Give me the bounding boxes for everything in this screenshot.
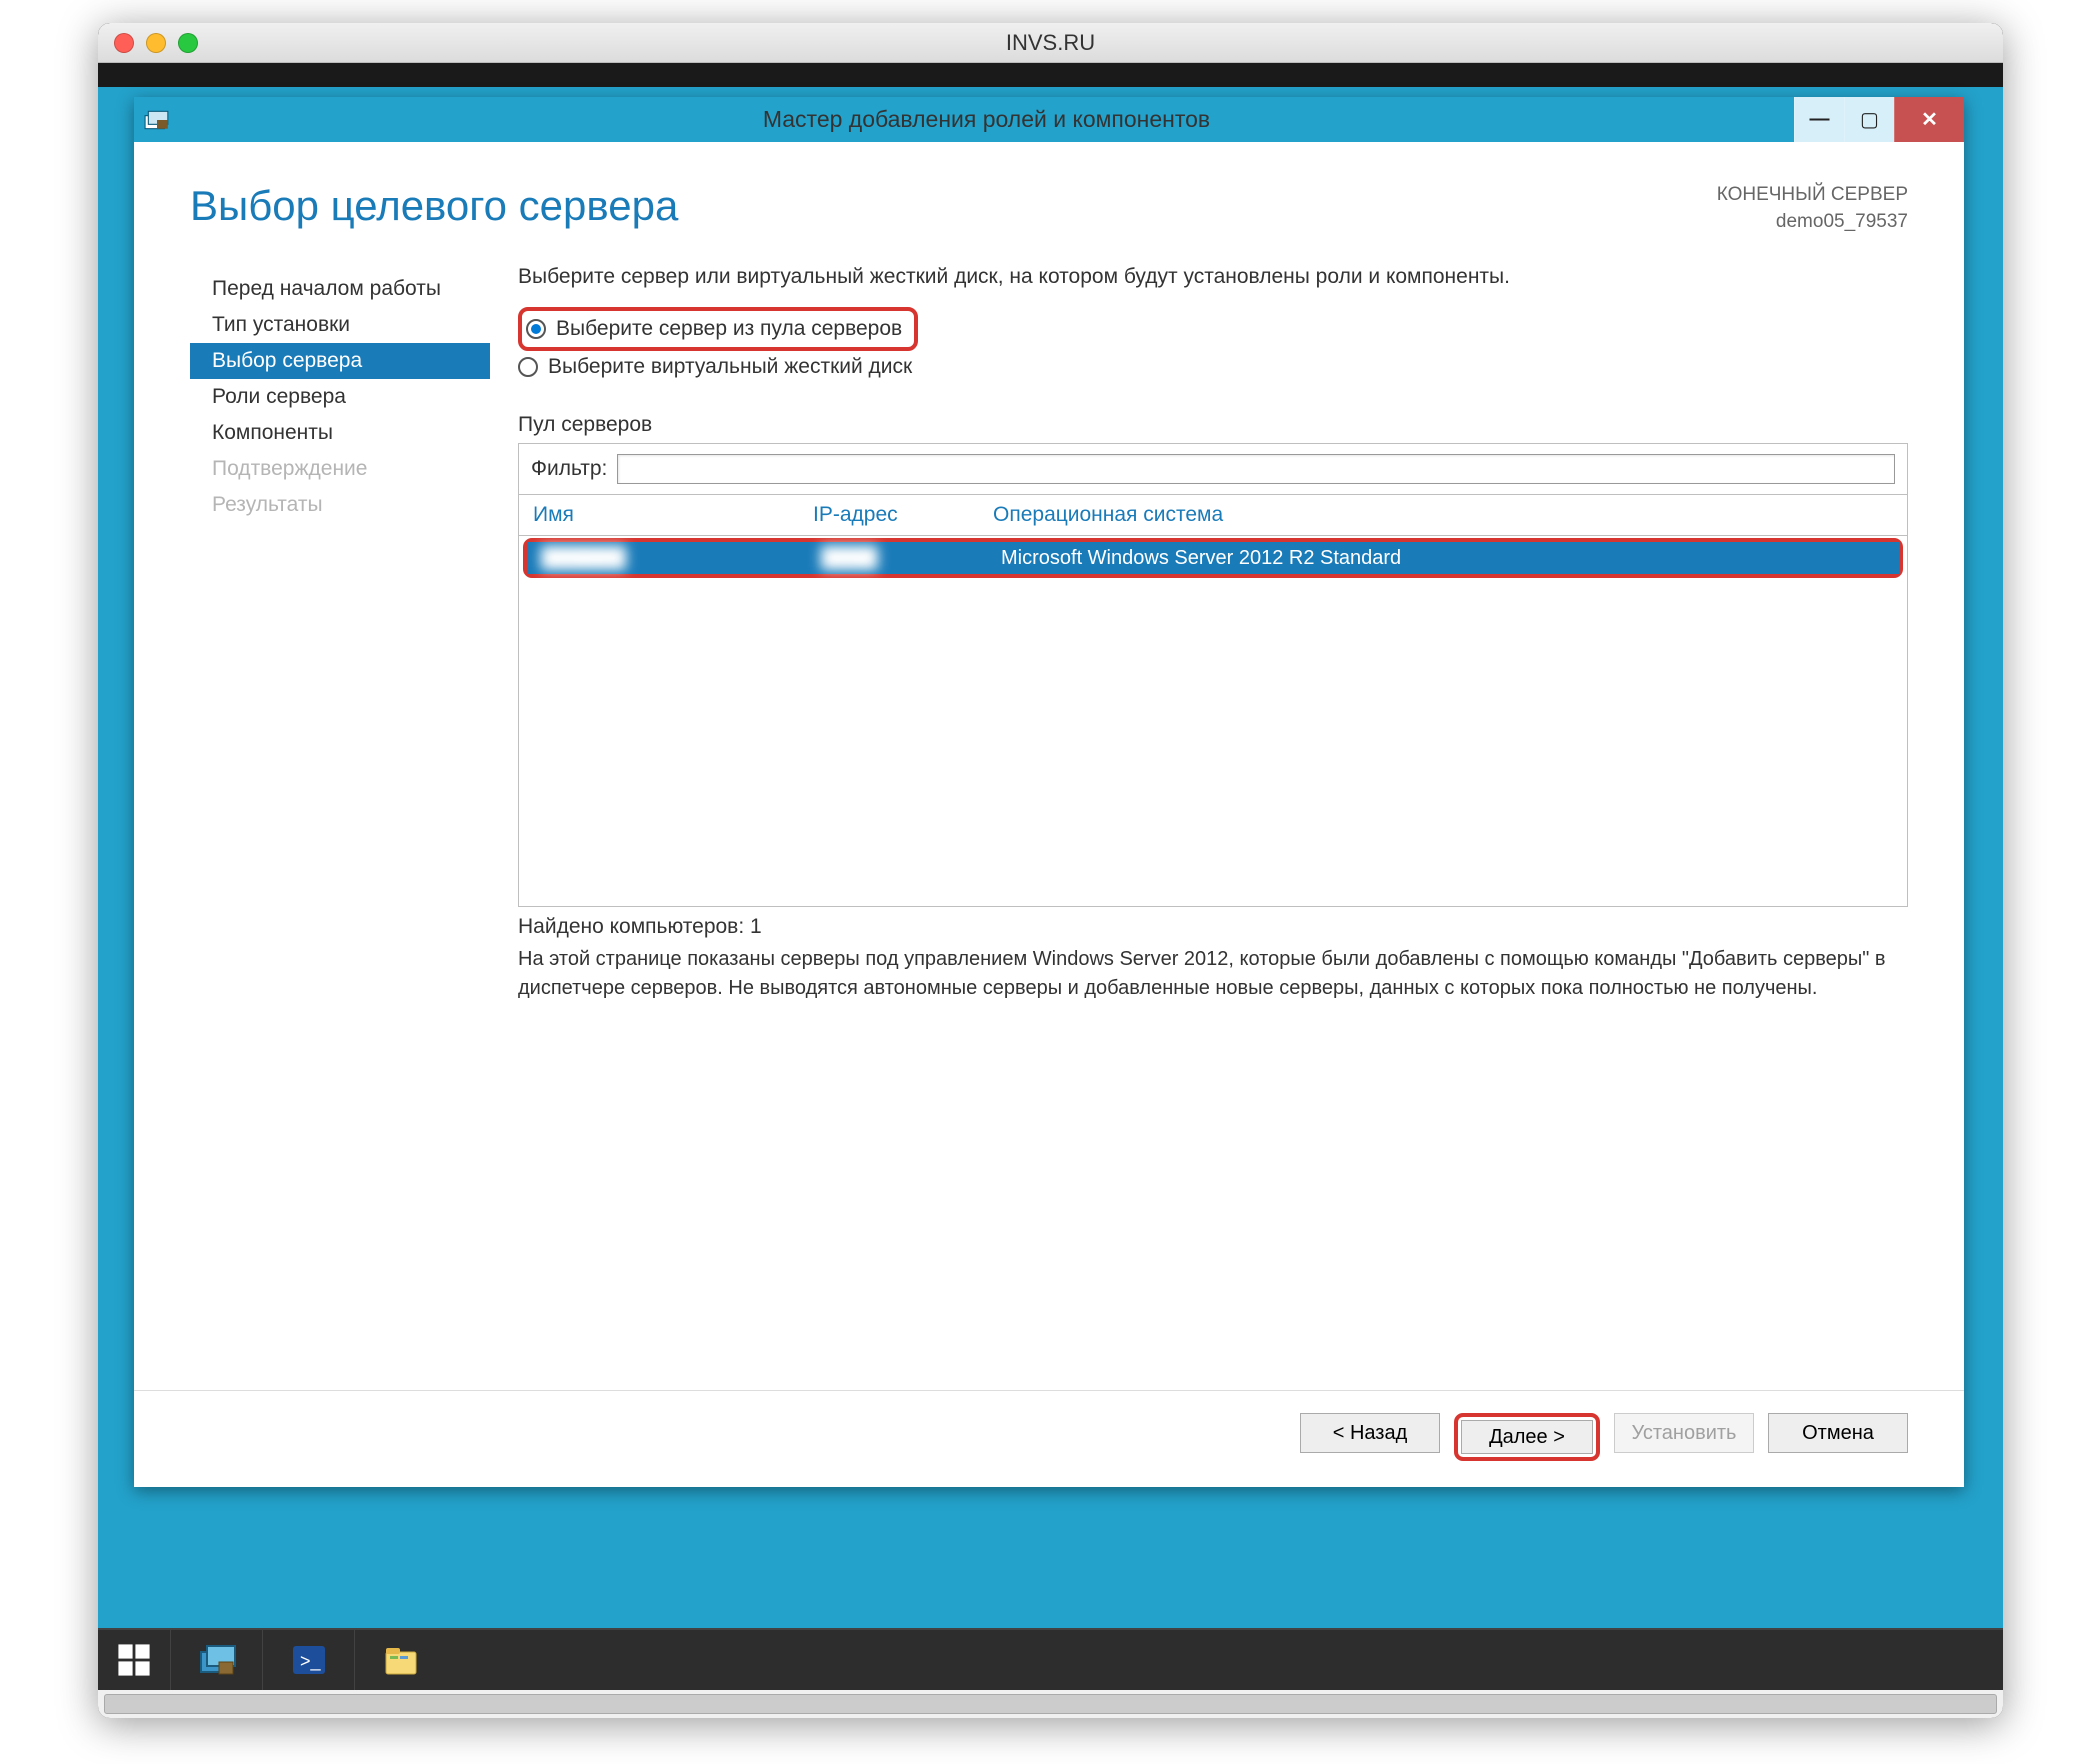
horizontal-scrollbar[interactable] — [98, 1690, 2003, 1718]
col-name[interactable]: Имя — [533, 503, 813, 527]
taskbar-server-manager-icon[interactable] — [170, 1630, 262, 1690]
wizard-footer: < Назад Далее > Установить Отмена — [134, 1390, 1964, 1487]
row-os: Microsoft Windows Server 2012 R2 Standar… — [1001, 547, 1885, 570]
next-button[interactable]: Далее > — [1461, 1420, 1593, 1454]
radio-icon — [518, 357, 538, 377]
radio-pool-label: Выберите сервер из пула серверов — [556, 317, 902, 341]
next-highlight: Далее > — [1454, 1413, 1600, 1461]
wizard-nav: Перед началом работы Тип установки Выбор… — [190, 265, 490, 1390]
radio-pool[interactable]: Выберите сервер из пула серверов — [526, 313, 902, 345]
wizard-title: Мастер добавления ролей и компонентов — [179, 106, 1794, 133]
pool-heading: Пул серверов — [518, 413, 1908, 437]
cancel-button[interactable]: Отмена — [1768, 1413, 1908, 1453]
filter-label: Фильтр: — [531, 457, 607, 481]
nav-before-begin[interactable]: Перед началом работы — [190, 271, 490, 307]
taskbar-powershell-icon[interactable]: >_ — [262, 1630, 354, 1690]
row-name: ██████ — [541, 547, 821, 570]
nav-install-type[interactable]: Тип установки — [190, 307, 490, 343]
found-computers: Найдено компьютеров: 1 — [518, 907, 1908, 945]
radio-pool-highlight: Выберите сервер из пула серверов — [518, 307, 918, 351]
radio-vhd-label: Выберите виртуальный жесткий диск — [548, 355, 912, 379]
dest-server-label: КОНЕЧНЫЙ СЕРВЕР — [1717, 182, 1908, 209]
radio-icon — [526, 319, 546, 339]
col-ip[interactable]: IP-адрес — [813, 503, 993, 527]
minimize-button[interactable]: — — [1794, 97, 1844, 142]
mac-window-title: INVS.RU — [98, 30, 2003, 56]
close-button[interactable]: ✕ — [1894, 97, 1964, 142]
start-button[interactable] — [98, 1630, 170, 1690]
remote-desktop: Мастер добавления ролей и компонентов — … — [98, 87, 2003, 1690]
table-row[interactable]: ██████ ████ Microsoft Windows Server 201… — [527, 542, 1899, 574]
nav-confirm: Подтверждение — [190, 451, 490, 487]
table-header: Имя IP-адрес Операционная система — [519, 494, 1907, 536]
wizard-window: Мастер добавления ролей и компонентов — … — [134, 97, 1964, 1487]
nav-server-select[interactable]: Выбор сервера — [190, 343, 490, 379]
server-manager-icon — [134, 97, 179, 142]
mac-titlebar: INVS.RU — [98, 23, 2003, 63]
nav-server-roles[interactable]: Роли сервера — [190, 379, 490, 415]
taskbar: >_ — [98, 1628, 2003, 1690]
row-ip: ████ — [821, 547, 1001, 570]
row-highlight: ██████ ████ Microsoft Windows Server 201… — [523, 538, 1903, 578]
nav-results: Результаты — [190, 487, 490, 523]
taskbar-explorer-icon[interactable] — [354, 1630, 446, 1690]
dest-server-name: demo05_79537 — [1717, 209, 1908, 236]
explanation-text: На этой странице показаны серверы под уп… — [518, 945, 1908, 1013]
black-bar — [98, 63, 2003, 87]
server-pool-box: Фильтр: Имя IP-адрес Операционная систем… — [518, 443, 1908, 907]
radio-vhd[interactable]: Выберите виртуальный жесткий диск — [518, 351, 1908, 383]
maximize-button[interactable]: ▢ — [1844, 97, 1894, 142]
nav-features[interactable]: Компоненты — [190, 415, 490, 451]
filter-input[interactable] — [617, 454, 1895, 484]
outer-window: INVS.RU Мастер добавления ролей и компон… — [98, 23, 2003, 1718]
instruction-text: Выберите сервер или виртуальный жесткий … — [518, 265, 1908, 289]
scrollbar-thumb[interactable] — [104, 1694, 1997, 1714]
back-button[interactable]: < Назад — [1300, 1413, 1440, 1453]
wizard-titlebar[interactable]: Мастер добавления ролей и компонентов — … — [134, 97, 1964, 142]
page-heading: Выбор целевого сервера — [190, 182, 678, 230]
col-os[interactable]: Операционная система — [993, 503, 1893, 527]
svg-text:>_: >_ — [300, 1651, 322, 1672]
install-button: Установить — [1614, 1413, 1754, 1453]
